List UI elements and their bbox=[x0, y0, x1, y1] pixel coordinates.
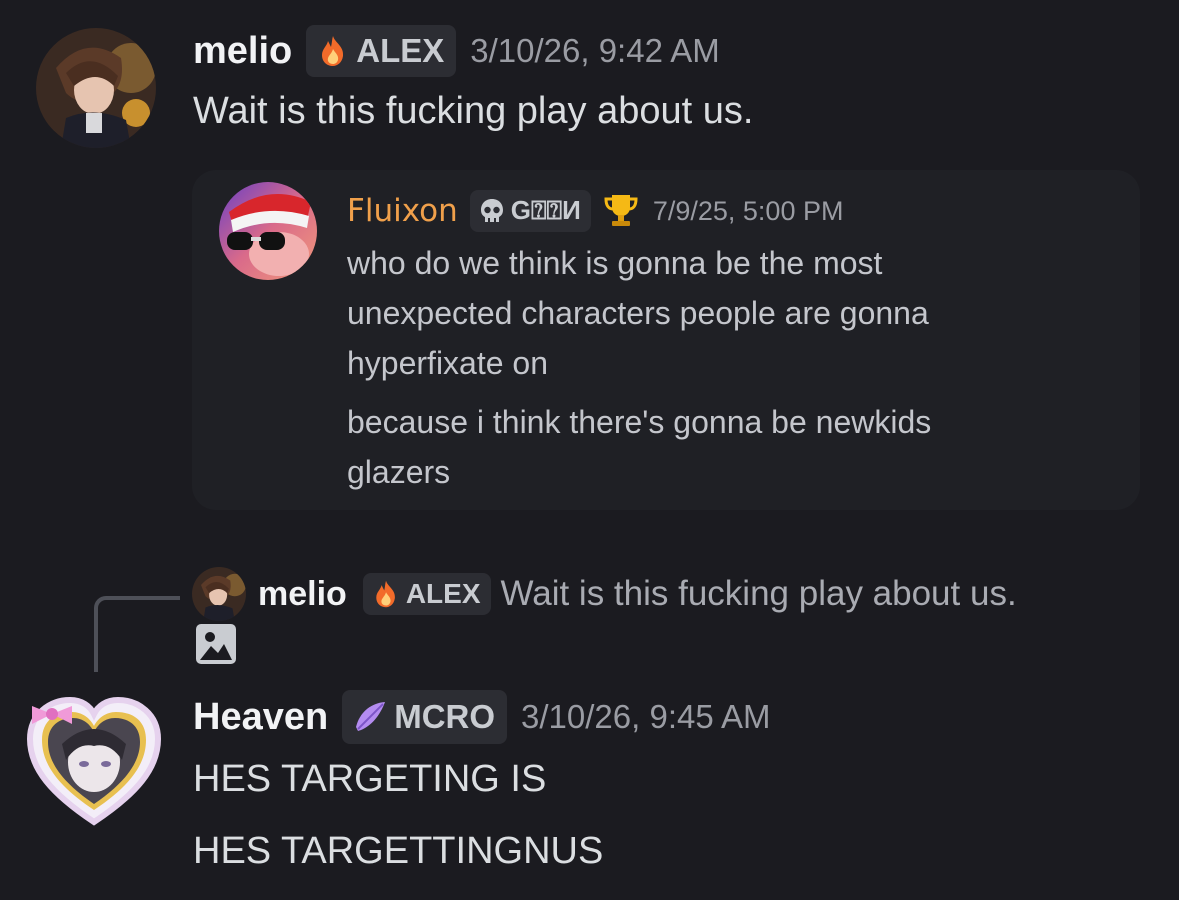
reply-text: Wait is this fucking play about us. bbox=[500, 574, 1017, 613]
tag-label: ALEX bbox=[405, 578, 481, 609]
author-name[interactable]: Heaven bbox=[193, 696, 328, 739]
tag-label: MCRO bbox=[394, 698, 496, 735]
timestamp: 3/10/26, 9:45 AM bbox=[521, 698, 771, 735]
message-embed[interactable]: Fluixon G⍰⍰И 7/9/25, 5:00 PM who do we t… bbox=[192, 170, 1140, 510]
author-name[interactable]: melio bbox=[193, 30, 292, 73]
embed-header: Fluixon G⍰⍰И 7/9/25, 5:00 PM bbox=[347, 190, 843, 232]
embed-author-name[interactable]: Fluixon bbox=[347, 193, 458, 229]
member-tag[interactable]: ALEX bbox=[306, 25, 457, 77]
member-tag[interactable]: G⍰⍰И bbox=[469, 190, 591, 232]
avatar-image bbox=[36, 28, 156, 148]
message-line: HES TARGETTINGNUS bbox=[193, 830, 604, 872]
fire-icon bbox=[376, 580, 395, 608]
embed-line: unexpected characters people are gonna bbox=[347, 295, 929, 331]
avatar-image bbox=[219, 182, 317, 280]
embed-line: hyperfixate on bbox=[347, 345, 549, 381]
member-tag[interactable]: MCRO bbox=[342, 690, 508, 744]
skull-icon bbox=[480, 199, 503, 222]
member-tag[interactable]: ALEX bbox=[362, 573, 491, 615]
avatar-image bbox=[192, 567, 246, 621]
trophy-icon bbox=[604, 195, 638, 226]
timestamp: 3/10/26, 9:42 AM bbox=[470, 32, 720, 69]
embed-line: who do we think is gonna be the most bbox=[347, 245, 883, 281]
melio-avatar[interactable] bbox=[36, 28, 156, 148]
avatar-image bbox=[26, 696, 162, 826]
message-text: Wait is this fucking play about us. bbox=[193, 90, 754, 132]
message-header: Heaven MCRO 3/10/26, 9:45 AM bbox=[193, 690, 771, 744]
message-line: HES TARGETING IS bbox=[193, 758, 547, 800]
reply-author-name[interactable]: melio bbox=[258, 575, 347, 614]
embed-line: because i think there's gonna be newkids bbox=[347, 404, 932, 440]
tag-label: ALEX bbox=[356, 32, 445, 69]
reply-spine bbox=[94, 596, 180, 672]
fluixon-avatar[interactable] bbox=[219, 182, 317, 280]
embed-timestamp: 7/9/25, 5:00 PM bbox=[652, 195, 844, 226]
chat-view: melio ALEX 3/10/26, 9:42 AM Wait is this… bbox=[0, 0, 1179, 900]
tag-label: G⍰⍰И bbox=[510, 195, 581, 225]
image-icon[interactable] bbox=[194, 622, 238, 666]
fire-icon bbox=[322, 36, 344, 66]
heaven-avatar[interactable] bbox=[22, 684, 166, 828]
message-header: melio ALEX 3/10/26, 9:42 AM bbox=[193, 25, 720, 77]
reply-preview[interactable]: melio ALEX Wait is this fucking play abo… bbox=[192, 566, 1017, 622]
embed-line: glazers bbox=[347, 454, 451, 490]
reply-avatar bbox=[192, 567, 246, 621]
feather-icon bbox=[356, 702, 386, 731]
